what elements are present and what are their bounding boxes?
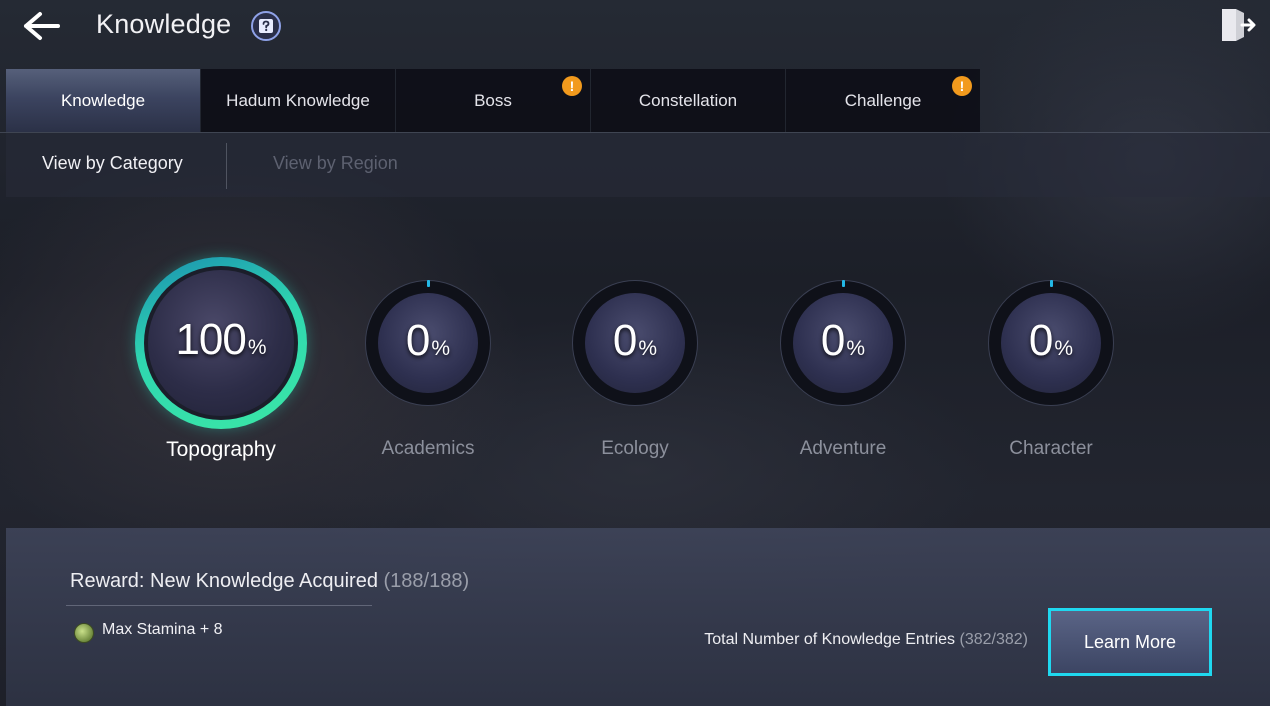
reward-item: Max Stamina + 8	[102, 621, 223, 638]
progress-tick	[427, 280, 430, 287]
view-toggle-bar: View by Category View by Region	[6, 133, 1270, 197]
category-percent: 0%	[1028, 316, 1074, 365]
reward-title: Reward: New Knowledge Acquired (188/188)	[70, 570, 470, 592]
category-label: Character	[1009, 438, 1093, 459]
tab-knowledge[interactable]: Knowledge	[6, 69, 200, 132]
view-by-region-tab[interactable]: View by Region	[273, 153, 398, 174]
reward-panel: Reward: New Knowledge Acquired (188/188)…	[6, 528, 1270, 706]
category-label: Ecology	[601, 438, 669, 459]
reward-count: (188/188)	[383, 570, 470, 592]
category-percent: 0%	[612, 316, 658, 365]
category-percent: 0%	[820, 316, 866, 365]
main-tabs: Knowledge Hadum Knowledge Boss ! Constel…	[6, 69, 981, 132]
category-label: Academics	[381, 438, 475, 459]
tab-label: Boss	[474, 90, 512, 110]
progress-tick	[842, 280, 845, 287]
alert-icon: !	[562, 76, 582, 96]
exit-door-icon[interactable]	[1218, 6, 1256, 44]
subtab-divider	[226, 143, 227, 189]
category-percent: 0%	[405, 316, 451, 365]
reward-divider	[66, 605, 372, 606]
tab-challenge[interactable]: Challenge !	[786, 69, 980, 132]
top-bar: Knowledge	[0, 0, 1270, 52]
tab-boss[interactable]: Boss !	[396, 69, 590, 132]
stamina-icon	[74, 623, 94, 643]
view-by-category-tab[interactable]: View by Category	[42, 153, 183, 174]
total-entries: Total Number of Knowledge Entries (382/3…	[704, 631, 1029, 648]
tab-label: Constellation	[638, 90, 738, 110]
learn-more-button[interactable]: Learn More	[1048, 608, 1212, 676]
category-percent: 100%	[175, 315, 267, 364]
alert-icon: !	[952, 76, 972, 96]
page-title: Knowledge	[96, 9, 232, 39]
progress-tick	[1050, 280, 1053, 287]
tab-label: Knowledge	[60, 90, 146, 110]
category-label: Adventure	[799, 438, 887, 459]
help-book-icon[interactable]	[251, 11, 281, 41]
tab-hadum-knowledge[interactable]: Hadum Knowledge	[201, 69, 395, 132]
tab-constellation[interactable]: Constellation	[591, 69, 785, 132]
tab-label: Hadum Knowledge	[226, 90, 370, 110]
tab-label: Challenge	[844, 90, 922, 110]
back-arrow-icon[interactable]	[18, 8, 62, 44]
category-label: Topography	[166, 438, 276, 461]
total-count: (382/382)	[959, 631, 1029, 648]
